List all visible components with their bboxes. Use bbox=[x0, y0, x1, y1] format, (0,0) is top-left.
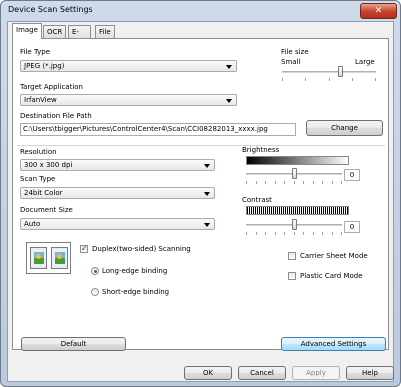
document-size-value: Auto bbox=[24, 220, 41, 228]
help-button[interactable]: Help bbox=[346, 366, 394, 380]
slider-tick bbox=[322, 232, 323, 235]
plastic-card-label: Plastic Card Mode bbox=[300, 272, 363, 280]
chevron-down-icon bbox=[204, 164, 210, 168]
slider-tick bbox=[303, 181, 304, 184]
carrier-sheet-checkbox[interactable] bbox=[288, 252, 296, 260]
slider-tick bbox=[341, 232, 342, 235]
slider-tick bbox=[312, 232, 314, 235]
slider-tick bbox=[322, 181, 323, 184]
scan-type-value: 24bit Color bbox=[24, 189, 63, 197]
scan-type-label: Scan Type bbox=[20, 175, 56, 183]
plastic-card-checkbox[interactable] bbox=[288, 272, 296, 280]
slider-tick bbox=[265, 181, 266, 184]
slider-tick bbox=[265, 232, 266, 235]
slider-tick bbox=[305, 78, 307, 81]
slider-tick bbox=[284, 181, 285, 184]
cancel-button[interactable]: Cancel bbox=[238, 366, 286, 380]
slider-tick bbox=[328, 78, 330, 81]
slider-tick bbox=[246, 181, 247, 184]
scan-type-select[interactable]: 24bit Color bbox=[20, 187, 215, 199]
long-edge-label: Long-edge binding bbox=[102, 267, 168, 275]
slider-tick bbox=[375, 78, 376, 81]
brightness-label: Brightness bbox=[242, 146, 280, 154]
duplex-checkbox[interactable] bbox=[80, 244, 88, 253]
dialog-client-area: Image OCR E-mail File File Type JPEG (*.… bbox=[7, 21, 394, 382]
apply-button: Apply bbox=[292, 366, 340, 380]
file-type-label: File Type bbox=[20, 48, 51, 56]
resolution-select[interactable]: 300 x 300 dpi bbox=[20, 159, 215, 171]
default-button[interactable]: Default bbox=[21, 337, 126, 351]
slider-tick bbox=[284, 232, 285, 235]
contrast-ticks bbox=[246, 232, 342, 235]
page-front-icon bbox=[30, 247, 47, 269]
change-button[interactable]: Change bbox=[306, 120, 383, 136]
file-size-min-label: Small bbox=[281, 58, 301, 66]
file-size-slider-thumb[interactable] bbox=[337, 66, 343, 77]
document-size-select[interactable]: Auto bbox=[20, 218, 215, 230]
slider-tick bbox=[351, 78, 353, 81]
short-edge-radio[interactable] bbox=[91, 288, 99, 296]
slider-tick bbox=[312, 181, 314, 184]
advanced-settings-button[interactable]: Advanced Settings bbox=[281, 337, 386, 351]
chevron-down-icon bbox=[204, 192, 210, 196]
slider-tick bbox=[255, 232, 257, 235]
tab-email[interactable]: E-mail bbox=[68, 25, 91, 48]
slider-tick bbox=[274, 232, 276, 235]
file-size-track bbox=[282, 71, 376, 73]
page-back-icon bbox=[51, 247, 68, 269]
short-edge-label: Short-edge binding bbox=[102, 288, 170, 296]
carrier-sheet-label: Carrier Sheet Mode bbox=[300, 252, 368, 260]
dialog-window: Device Scan Settings ✕ Image OCR E-mail … bbox=[0, 0, 401, 387]
slider-tick bbox=[341, 181, 342, 184]
chevron-down-icon bbox=[204, 223, 210, 227]
slider-tick bbox=[293, 232, 295, 235]
chevron-down-icon bbox=[226, 65, 232, 69]
resolution-label: Resolution bbox=[20, 148, 57, 156]
brightness-slider-thumb[interactable] bbox=[291, 168, 297, 179]
slider-tick bbox=[331, 181, 333, 184]
brightness-ticks bbox=[246, 181, 342, 184]
destination-path-label: Destination File Path bbox=[20, 112, 92, 120]
image-tab-panel: File Type JPEG (*.jpg) File size Small L… bbox=[12, 38, 389, 351]
brightness-value-field[interactable]: 0 bbox=[344, 169, 360, 181]
ok-button[interactable]: OK bbox=[184, 366, 232, 380]
tab-ocr[interactable]: OCR bbox=[43, 25, 67, 38]
duplex-label: Duplex(two-sided) Scanning bbox=[92, 245, 191, 253]
tab-image[interactable]: Image bbox=[12, 23, 42, 39]
slider-tick bbox=[282, 78, 283, 81]
contrast-label: Contrast bbox=[242, 196, 272, 204]
file-size-ticks bbox=[282, 78, 376, 81]
title-bar[interactable]: Device Scan Settings ✕ bbox=[1, 1, 400, 21]
slider-tick bbox=[331, 232, 333, 235]
tab-file[interactable]: File bbox=[95, 25, 115, 38]
long-edge-radio[interactable] bbox=[91, 267, 99, 275]
slider-tick bbox=[293, 181, 295, 184]
resolution-value: 300 x 300 dpi bbox=[24, 161, 73, 169]
window-title: Device Scan Settings bbox=[8, 5, 93, 14]
target-application-select[interactable]: IrfanView bbox=[20, 94, 237, 106]
slider-tick bbox=[255, 181, 257, 184]
close-button[interactable]: ✕ bbox=[360, 3, 397, 19]
document-size-label: Document Size bbox=[20, 206, 73, 214]
slider-tick bbox=[303, 232, 304, 235]
target-application-label: Target Application bbox=[20, 83, 83, 91]
file-type-select[interactable]: JPEG (*.jpg) bbox=[20, 60, 237, 72]
contrast-pattern-bar bbox=[246, 206, 349, 215]
destination-path-field[interactable]: C:\Users\tbigger\Pictures\ControlCenter4… bbox=[20, 123, 296, 136]
duplex-preview bbox=[26, 242, 71, 274]
brightness-gradient-bar bbox=[246, 156, 349, 165]
file-size-max-label: Large bbox=[355, 58, 375, 66]
slider-tick bbox=[246, 232, 247, 235]
file-type-value: JPEG (*.jpg) bbox=[24, 62, 65, 70]
contrast-value-field[interactable]: 0 bbox=[344, 221, 360, 233]
chevron-down-icon bbox=[226, 99, 232, 103]
close-icon: ✕ bbox=[374, 6, 383, 16]
slider-tick bbox=[274, 181, 276, 184]
divider bbox=[17, 145, 385, 146]
contrast-slider-thumb[interactable] bbox=[291, 219, 297, 230]
file-size-label: File size bbox=[281, 48, 309, 56]
target-application-value: IrfanView bbox=[24, 96, 57, 104]
